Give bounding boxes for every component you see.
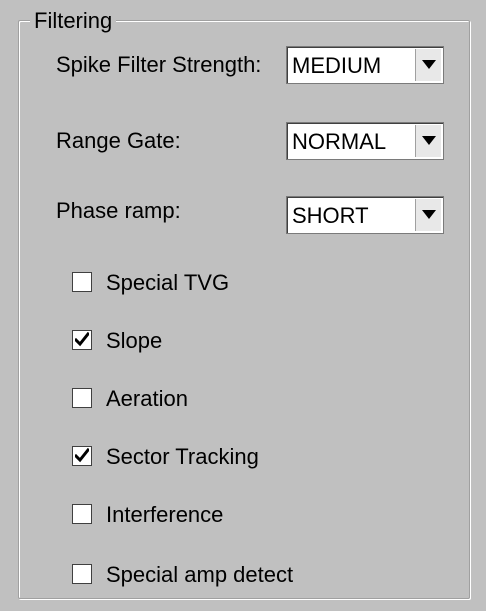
checkmark-icon bbox=[75, 332, 89, 347]
phase-ramp-value: SHORT bbox=[292, 203, 369, 228]
range-gate-row: Range Gate: NORMAL bbox=[56, 122, 446, 162]
phase-ramp-label: Phase ramp: bbox=[56, 198, 181, 223]
range-gate-dropdown-button[interactable] bbox=[415, 125, 441, 157]
special-amp-detect-checkbox-row[interactable]: Special amp detect bbox=[72, 560, 432, 592]
slope-checkbox[interactable] bbox=[72, 330, 92, 350]
spike-filter-label: Spike Filter Strength: bbox=[56, 52, 262, 77]
filtering-panel: Filtering Spike Filter Strength: MEDIUM … bbox=[0, 0, 486, 611]
sector-tracking-checkbox[interactable] bbox=[72, 446, 92, 466]
interference-checkbox-row[interactable]: Interference bbox=[72, 500, 432, 532]
chevron-down-icon bbox=[422, 60, 436, 69]
aeration-label: Aeration bbox=[106, 386, 188, 411]
interference-checkbox[interactable] bbox=[72, 504, 92, 524]
range-gate-label: Range Gate: bbox=[56, 128, 181, 153]
range-gate-dropdown[interactable]: NORMAL bbox=[286, 122, 444, 160]
spike-filter-value: MEDIUM bbox=[292, 53, 382, 78]
checkmark-icon bbox=[75, 448, 89, 463]
group-title: Filtering bbox=[30, 8, 117, 34]
aeration-checkbox-row[interactable]: Aeration bbox=[72, 384, 432, 416]
spike-filter-row: Spike Filter Strength: MEDIUM bbox=[56, 46, 446, 86]
spike-filter-dropdown-button[interactable] bbox=[415, 49, 441, 81]
aeration-checkbox[interactable] bbox=[72, 388, 92, 408]
range-gate-value: NORMAL bbox=[292, 129, 387, 154]
special-amp-detect-checkbox[interactable] bbox=[72, 564, 92, 584]
spike-filter-dropdown[interactable]: MEDIUM bbox=[286, 46, 444, 84]
interference-label: Interference bbox=[106, 502, 224, 527]
sector-tracking-label: Sector Tracking bbox=[106, 444, 259, 469]
phase-ramp-dropdown-button[interactable] bbox=[415, 199, 441, 231]
special-tvg-checkbox[interactable] bbox=[72, 272, 92, 292]
special-amp-detect-label: Special amp detect bbox=[106, 562, 294, 587]
special-tvg-checkbox-row[interactable]: Special TVG bbox=[72, 268, 432, 300]
special-tvg-label: Special TVG bbox=[106, 270, 230, 295]
phase-ramp-dropdown[interactable]: SHORT bbox=[286, 196, 444, 234]
sector-tracking-checkbox-row[interactable]: Sector Tracking bbox=[72, 442, 432, 474]
phase-ramp-row: Phase ramp: SHORT bbox=[56, 196, 446, 234]
chevron-down-icon bbox=[422, 136, 436, 145]
slope-label: Slope bbox=[106, 328, 163, 353]
slope-checkbox-row[interactable]: Slope bbox=[72, 326, 432, 358]
chevron-down-icon bbox=[422, 210, 436, 219]
